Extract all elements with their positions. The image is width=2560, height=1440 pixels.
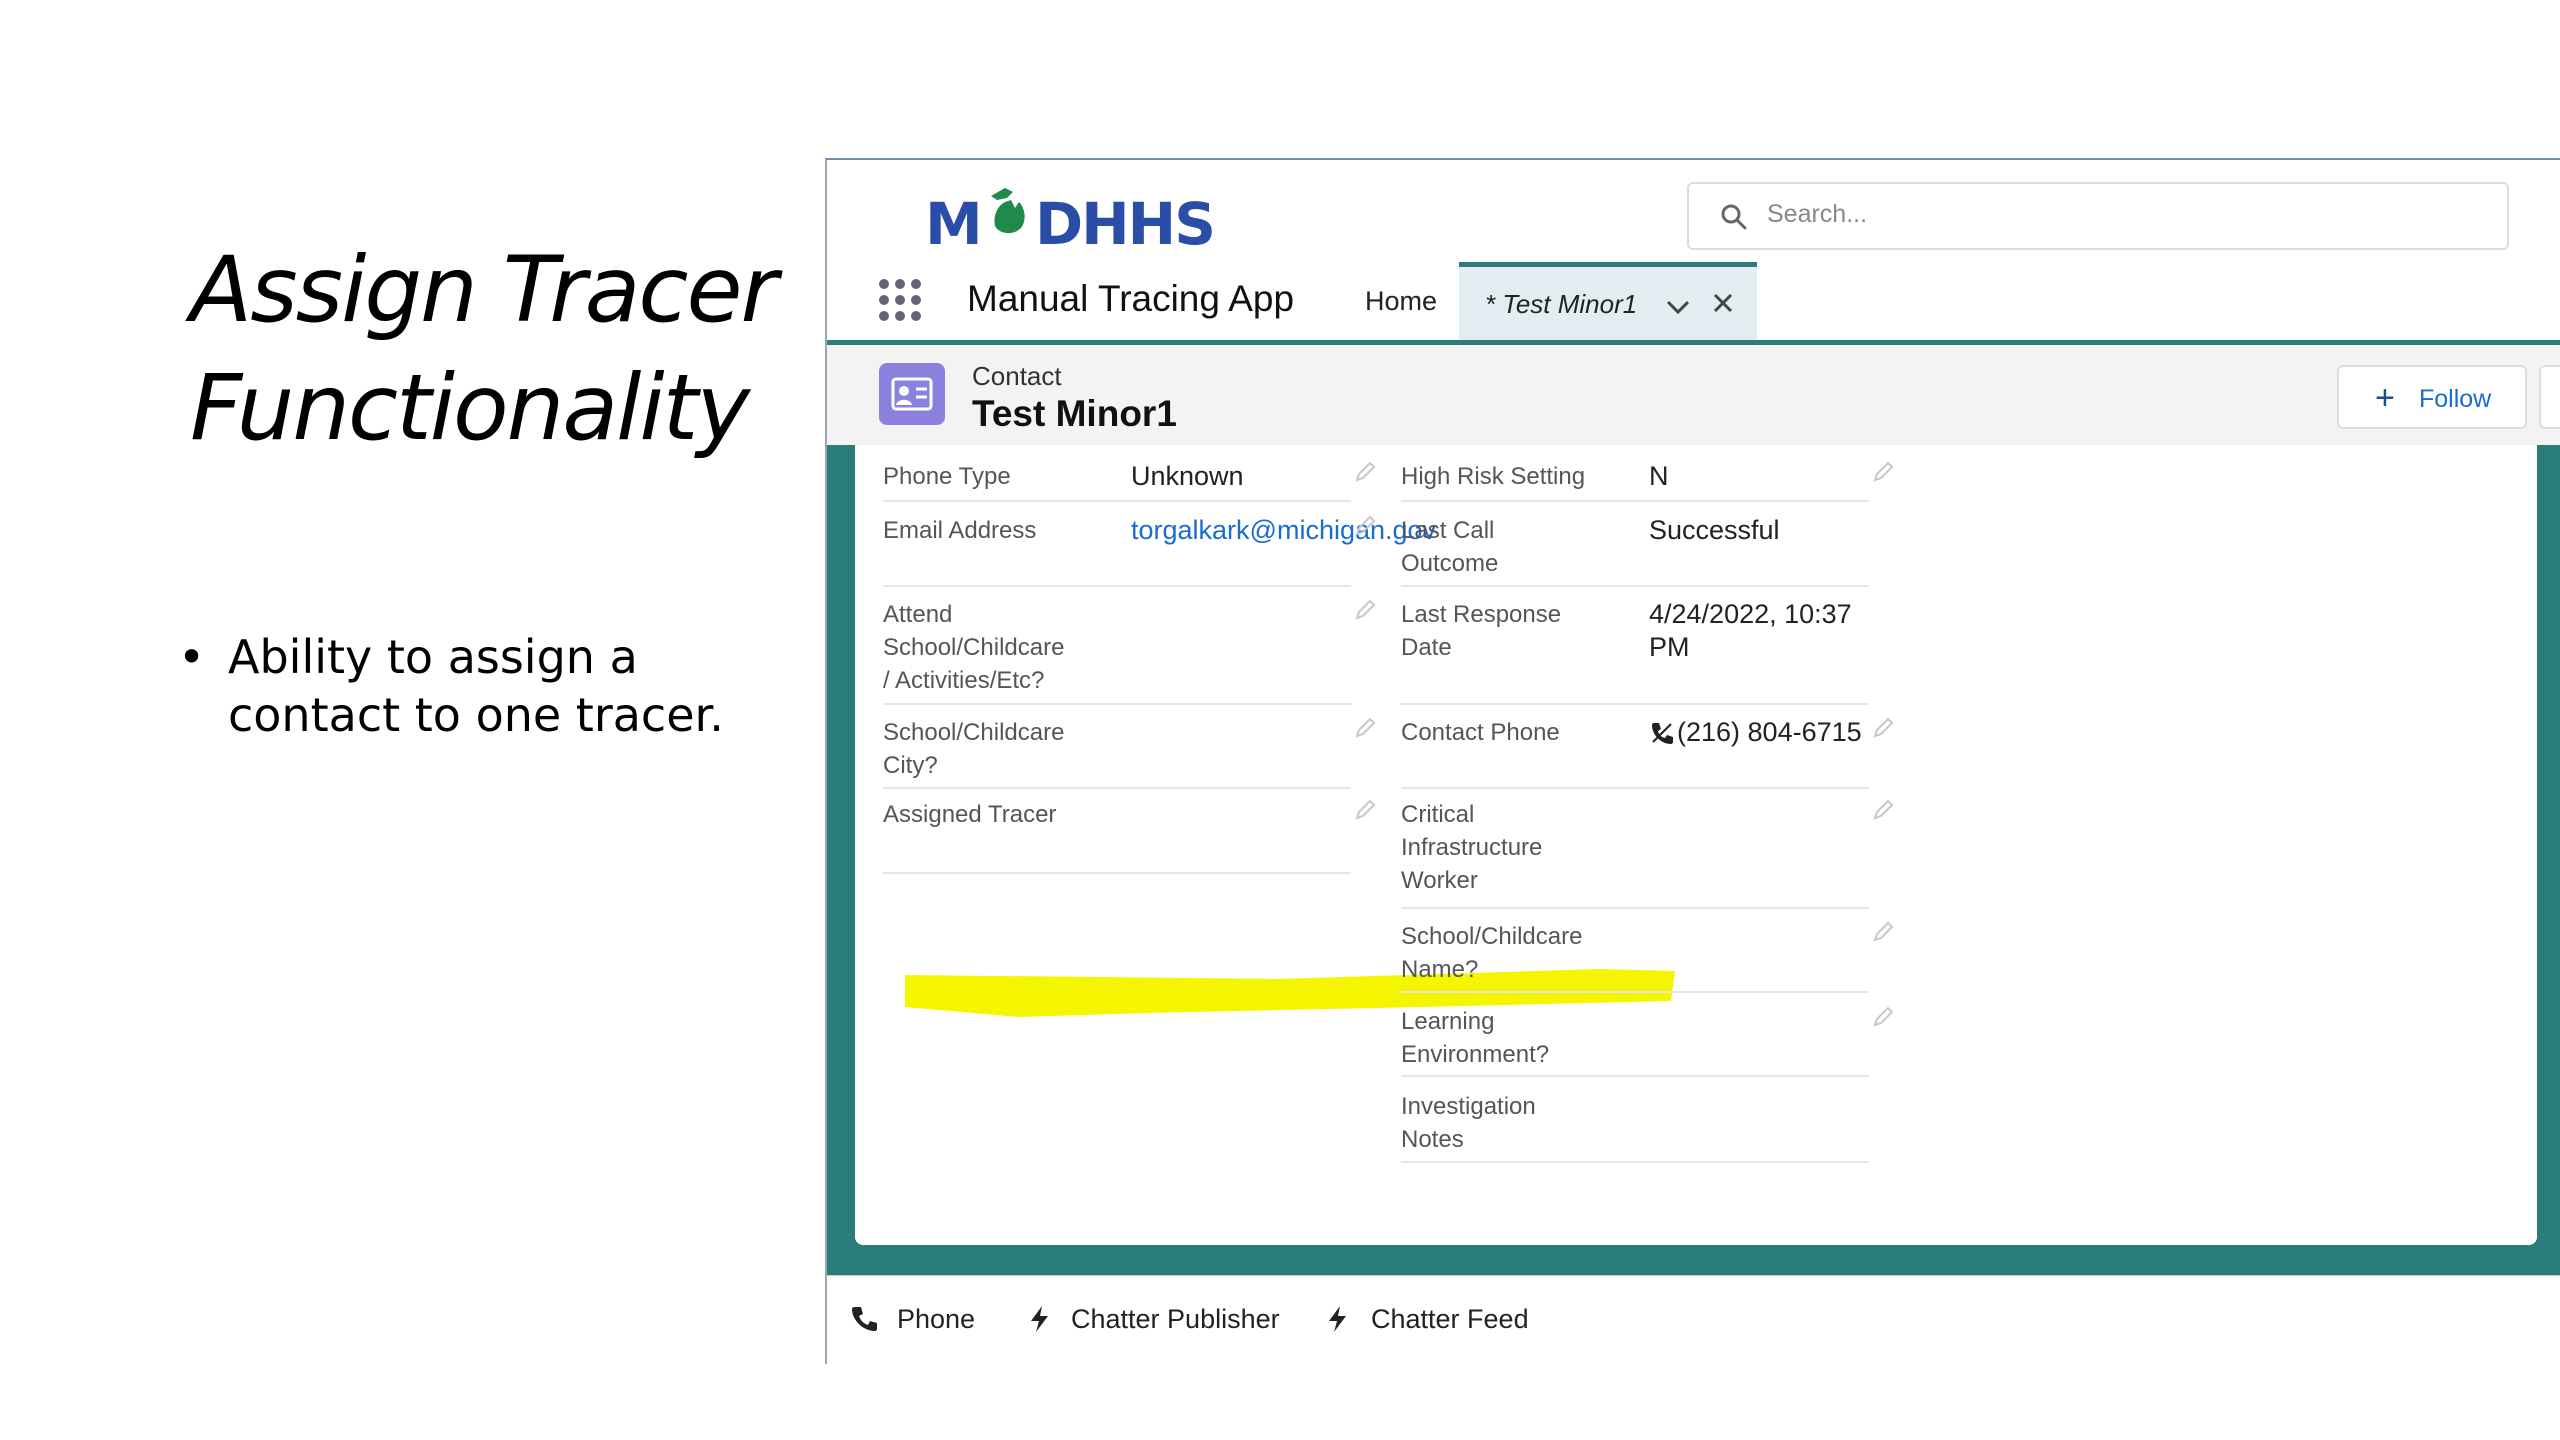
divider (1401, 500, 1869, 502)
field-email-address: Email Address torgalkark@michigan.gov (883, 514, 1436, 554)
chevron-down-icon[interactable] (1665, 297, 1691, 317)
field-label: Last Response Date (1401, 601, 1562, 661)
field-label: Contact Phone (1401, 719, 1560, 746)
record-header: Contact Test Minor1 + Follow (827, 345, 2560, 445)
pencil-icon[interactable] (1871, 460, 1895, 484)
divider (883, 703, 1351, 705)
michigan-icon (991, 188, 1025, 234)
slide-title-line-2: Functionality (190, 356, 750, 461)
field-investigation-notes: Investigation Notes (1401, 1090, 1871, 1160)
divider (1401, 703, 1869, 705)
pencil-icon[interactable] (1353, 798, 1377, 822)
field-label: Assigned Tracer (883, 801, 1057, 828)
field-value: Unknown (1131, 461, 1244, 491)
email-link[interactable]: torgalkark@michigan.gov (1131, 514, 1436, 547)
field-value: N (1649, 461, 1669, 491)
field-label: Email Address (883, 517, 1037, 544)
phone-dial-icon[interactable] (1649, 720, 1675, 746)
contact-icon (879, 363, 945, 425)
pencil-icon[interactable] (1871, 716, 1895, 740)
field-label: High Risk Setting (1401, 463, 1586, 490)
field-label: Investigation Notes (1401, 1093, 1536, 1153)
field-last-call-outcome: Last Call Outcome Successful (1401, 514, 1871, 584)
app-name: Manual Tracing App (967, 278, 1295, 319)
contact-phone-link[interactable]: (216) 804-6715 (1677, 716, 1862, 749)
utility-tab-chatter-feed[interactable]: Chatter Feed (1371, 1304, 1529, 1335)
bolt-icon (1329, 1306, 1346, 1332)
divider (1401, 1161, 1869, 1163)
pencil-icon[interactable] (1871, 1005, 1895, 1029)
field-label: School/Childcare City? (883, 719, 1065, 779)
field-attend-school: Attend School/Childcare / Activities/Etc… (883, 598, 1376, 708)
divider (1401, 787, 1869, 789)
tab-test-minor1[interactable]: * Test Minor1 (1459, 262, 1757, 347)
search-placeholder: Search... (1767, 200, 1868, 228)
divider (1401, 585, 1869, 587)
divider (1401, 907, 1869, 909)
field-label: Attend School/Childcare / Activities/Etc… (883, 601, 1065, 694)
mdhhs-logo: M DHHS (915, 170, 1235, 265)
close-icon[interactable] (1711, 291, 1735, 315)
utility-tab-chatter-publisher[interactable]: Chatter Publisher (1071, 1304, 1280, 1335)
field-value: 4/24/2022, 10:37 PM (1649, 599, 1852, 662)
pencil-icon[interactable] (1353, 598, 1377, 622)
tab-test-minor1-label: * Test Minor1 (1485, 289, 1638, 319)
object-type-label: Contact (972, 361, 1062, 391)
record-name: Test Minor1 (972, 393, 1177, 434)
field-label: Learning Environment? (1401, 1008, 1550, 1068)
app-launcher-icon[interactable] (875, 275, 925, 325)
field-last-response-date: Last Response Date 4/24/2022, 10:37 PM (1401, 598, 1871, 668)
field-school-city: School/Childcare City? (883, 716, 1376, 786)
divider (1401, 991, 1869, 993)
bullet-text: Ability to assign a contact to one trace… (228, 630, 724, 742)
phone-icon (852, 1307, 877, 1331)
record-detail-card: Phone Type Unknown Email Address torgalk… (855, 445, 2537, 1245)
divider (1401, 1075, 1869, 1077)
bolt-icon (1031, 1306, 1048, 1332)
bullet-marker: • (178, 630, 206, 684)
slide-title: Assign Tracer Functionality (190, 232, 810, 468)
field-label: Critical Infrastructure Worker (1401, 801, 1543, 894)
field-high-risk-setting: High Risk Setting N (1401, 460, 1894, 500)
divider (883, 872, 1351, 874)
field-phone-type: Phone Type Unknown (883, 460, 1376, 500)
pencil-icon[interactable] (1871, 798, 1895, 822)
field-label: Phone Type (883, 463, 1011, 490)
utility-bar: Phone Chatter Publisher Chatter Feed (827, 1275, 2560, 1364)
field-critical-infrastructure-worker: Critical Infrastructure Worker (1401, 798, 1894, 908)
plus-icon: + (2375, 379, 2395, 417)
more-actions-button[interactable] (2539, 365, 2560, 429)
pencil-icon[interactable] (1871, 920, 1895, 944)
slide-title-line-1: Assign Tracer (190, 238, 778, 343)
pencil-icon[interactable] (1353, 460, 1377, 484)
field-school-childcare-name: School/Childcare Name? (1401, 920, 1894, 990)
app-screenshot: M DHHS Search... Manual Tracing App Home (825, 158, 2560, 1364)
field-label: Last Call Outcome (1401, 517, 1499, 577)
field-assigned-tracer: Assigned Tracer (883, 798, 1376, 838)
pencil-icon[interactable] (1353, 716, 1377, 740)
field-label: School/Childcare Name? (1401, 923, 1583, 983)
field-value: Successful (1649, 515, 1780, 545)
divider (883, 500, 1351, 502)
tab-home[interactable]: Home (1365, 286, 1437, 317)
search-icon (1721, 204, 1747, 230)
field-learning-environment: Learning Environment? (1401, 1005, 1894, 1075)
divider (883, 585, 1351, 587)
global-header: M DHHS Search... Manual Tracing App Home (827, 160, 2560, 347)
pencil-icon[interactable] (1353, 514, 1377, 538)
follow-button[interactable]: + Follow (2337, 365, 2527, 429)
divider (883, 787, 1351, 789)
search-input[interactable]: Search... (1687, 182, 2509, 250)
field-contact-phone: Contact Phone (216) 804-6715 (1401, 716, 1894, 756)
utility-tab-phone[interactable]: Phone (897, 1304, 975, 1335)
follow-label: Follow (2419, 385, 2492, 413)
